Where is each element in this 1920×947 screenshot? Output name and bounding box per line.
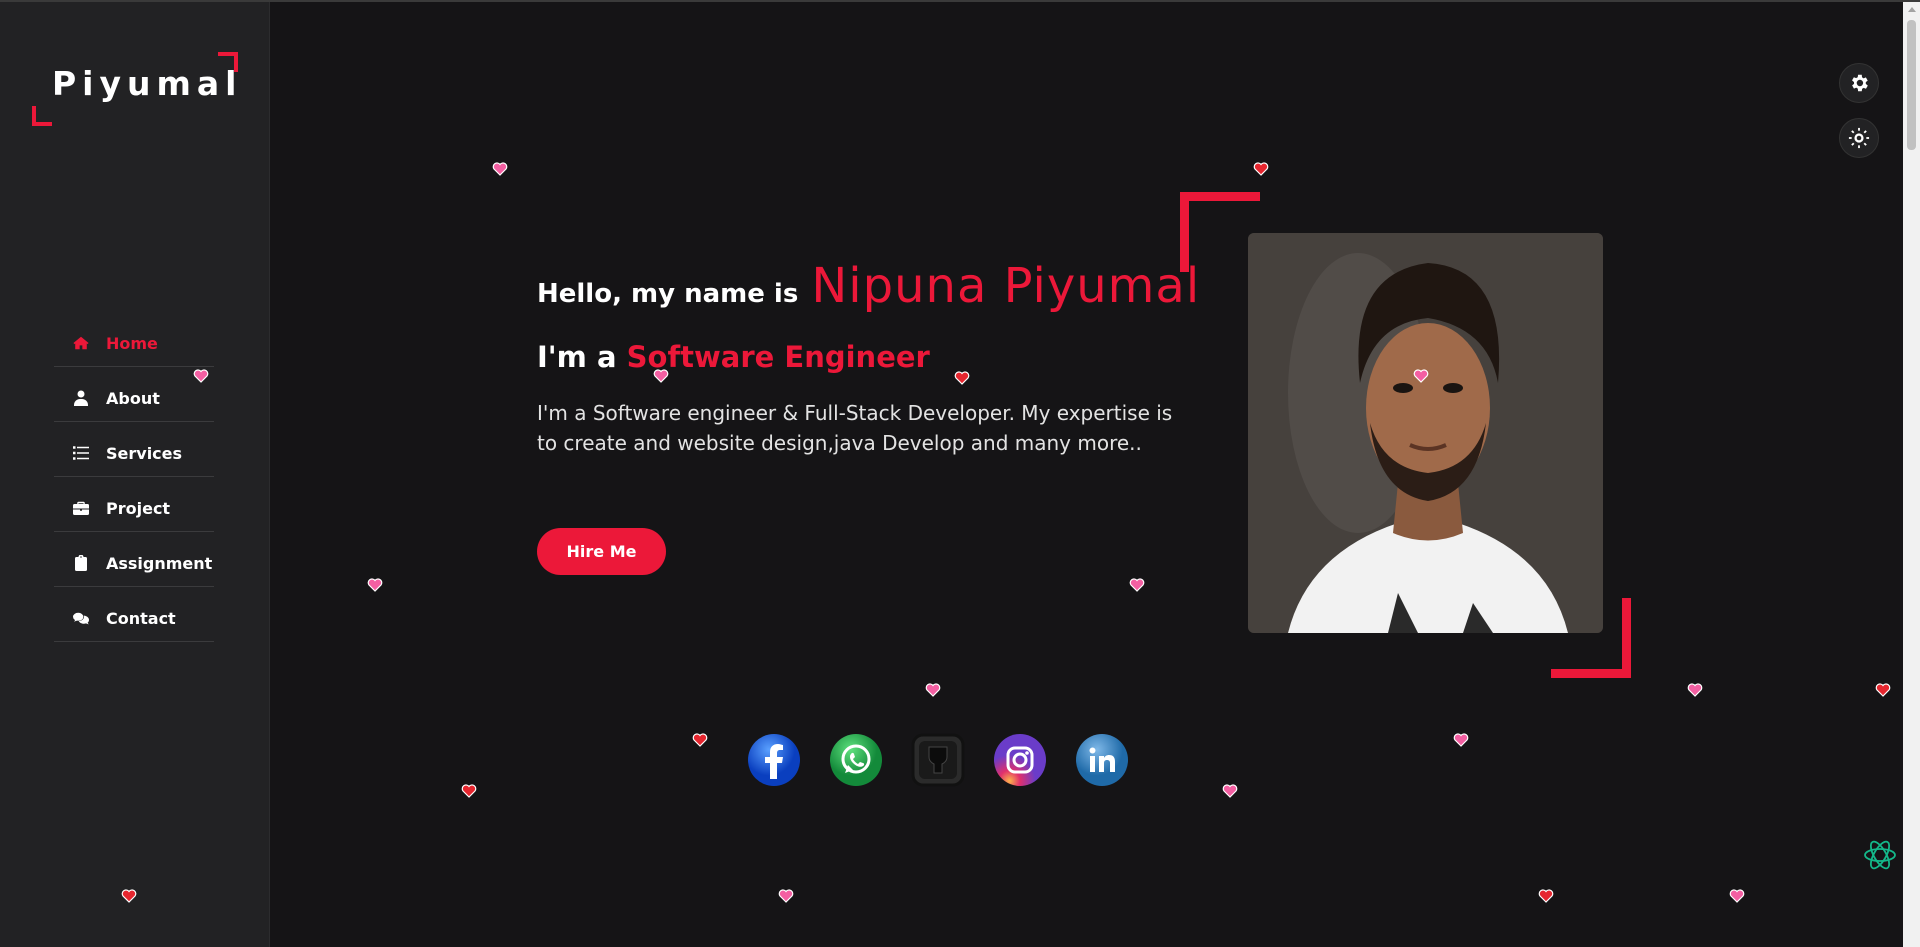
- nav-item-label: Services: [106, 443, 183, 463]
- instagram-icon[interactable]: [993, 733, 1047, 787]
- briefcase-icon: [70, 500, 92, 516]
- heart-icon: [1875, 682, 1891, 698]
- heart-icon: [367, 577, 383, 593]
- hire-me-button[interactable]: Hire Me: [537, 528, 666, 575]
- heart-icon: [692, 732, 708, 748]
- hero-description: I'm a Software engineer & Full-Stack Dev…: [537, 401, 1173, 455]
- heart-icon: [1453, 732, 1469, 748]
- nav-item-label: Contact: [106, 608, 176, 628]
- linkedin-icon[interactable]: [1075, 733, 1129, 787]
- nav-item-label: About: [106, 388, 160, 408]
- heart-icon: [193, 368, 209, 384]
- heart-icon: [1538, 888, 1554, 904]
- nav-item-label: Home: [106, 333, 158, 353]
- sidebar: Piyumal Home About Services Project Assi…: [0, 2, 270, 947]
- logo-corner-bottom-left: [32, 106, 52, 126]
- nav-item-about[interactable]: About: [54, 367, 214, 422]
- heart-icon: [778, 888, 794, 904]
- heart-icon: [1253, 161, 1269, 177]
- role-title: Software Engineer: [626, 340, 930, 374]
- theme-toggle-button[interactable]: [1839, 118, 1879, 158]
- heart-icon: [954, 370, 970, 386]
- nav-item-project[interactable]: Project: [54, 477, 214, 532]
- nav-item-services[interactable]: Services: [54, 422, 214, 477]
- role-prefix: I'm a: [537, 340, 617, 374]
- heart-icon: [653, 368, 669, 384]
- hero-greeting: Hello, my name is Nipuna Piyumal: [537, 258, 1200, 314]
- social-links: [747, 733, 1129, 787]
- user-icon: [70, 390, 92, 406]
- sun-icon: [1848, 127, 1870, 149]
- heart-icon: [492, 161, 508, 177]
- list-icon: [70, 445, 92, 461]
- react-atom-icon[interactable]: [1863, 838, 1897, 872]
- main-nav: Home About Services Project Assignment C…: [54, 312, 214, 642]
- window-top-border: [0, 0, 1920, 2]
- profile-photo-illustration: [1248, 233, 1603, 633]
- facebook-icon[interactable]: [747, 733, 801, 787]
- logo-text: Piyumal: [52, 64, 243, 103]
- hero-role: I'm a Software Engineer: [537, 340, 930, 374]
- nav-item-label: Assignment: [106, 553, 213, 573]
- greeting-text: Hello, my name is: [537, 279, 799, 309]
- heart-icon: [1687, 682, 1703, 698]
- heart-icon: [1729, 888, 1745, 904]
- profile-photo: [1248, 233, 1603, 633]
- clipboard-icon: [70, 555, 92, 571]
- heart-icon: [1129, 577, 1145, 593]
- heart-icon: [925, 682, 941, 698]
- github-icon[interactable]: [911, 733, 965, 787]
- gear-icon: [1852, 74, 1868, 92]
- page-scrollbar[interactable]: [1903, 2, 1920, 947]
- whatsapp-icon[interactable]: [829, 733, 883, 787]
- scrollbar-thumb[interactable]: [1907, 20, 1916, 150]
- heart-icon: [461, 783, 477, 799]
- nav-item-assignment[interactable]: Assignment: [54, 532, 214, 587]
- nav-item-contact[interactable]: Contact: [54, 587, 214, 642]
- heart-icon: [1222, 783, 1238, 799]
- scroll-up-arrow-icon[interactable]: [1908, 7, 1916, 12]
- settings-button[interactable]: [1839, 63, 1879, 103]
- nav-item-label: Project: [106, 498, 171, 518]
- heart-icon: [1413, 368, 1429, 384]
- heart-icon: [121, 888, 137, 904]
- hero-name: Nipuna Piyumal: [811, 258, 1201, 314]
- comments-icon: [70, 610, 92, 626]
- home-icon: [70, 335, 92, 351]
- nav-item-home[interactable]: Home: [54, 312, 214, 367]
- logo[interactable]: Piyumal: [30, 52, 238, 126]
